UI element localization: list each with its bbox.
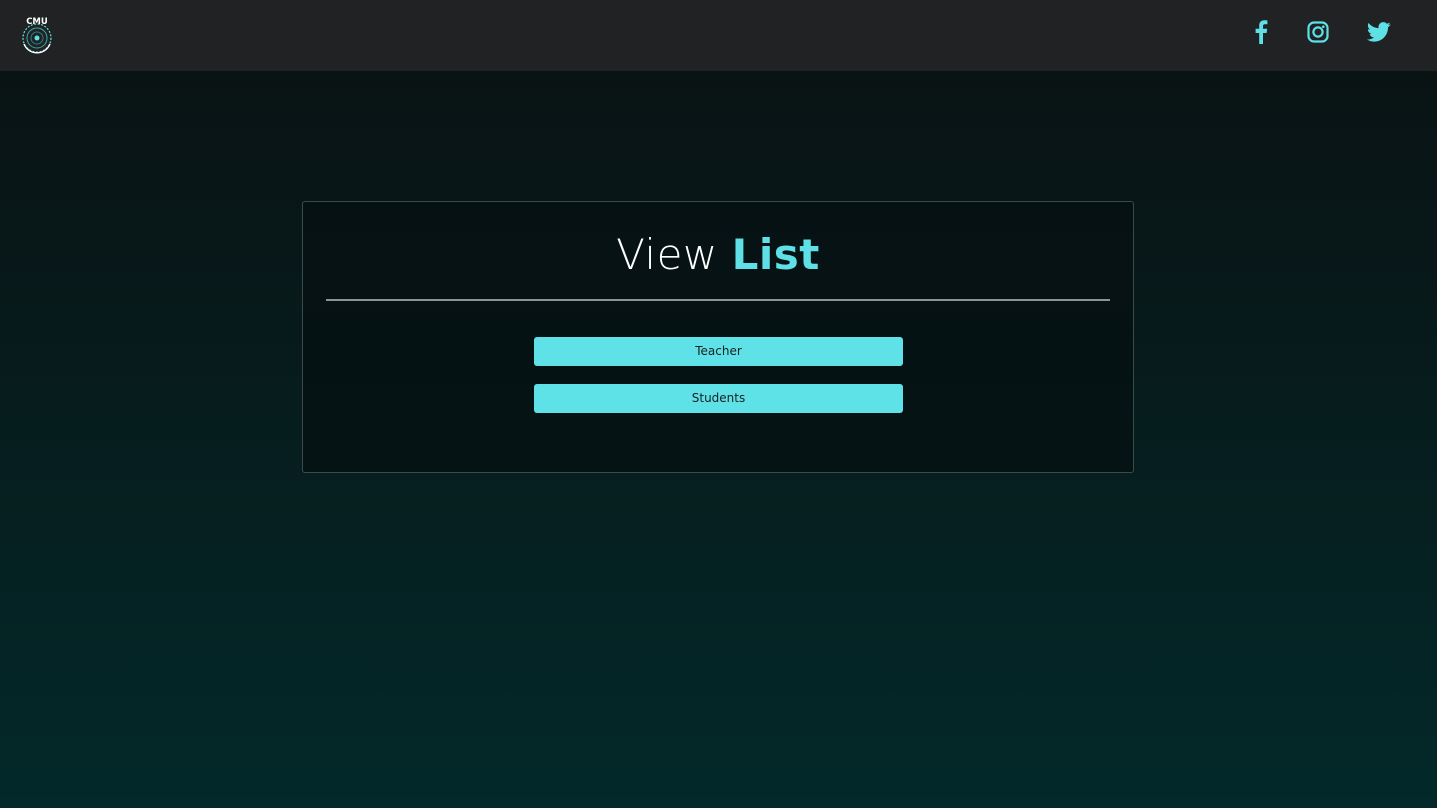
view-list-card: View List Teacher Students — [302, 201, 1134, 473]
title-divider — [326, 299, 1110, 301]
teacher-button[interactable]: Teacher — [534, 337, 903, 366]
home-logo-link[interactable]: CMU — [16, 14, 58, 56]
students-button[interactable]: Students — [534, 384, 903, 413]
instagram-icon — [1307, 21, 1329, 43]
page-title: View List — [303, 226, 1133, 284]
cmu-logo-icon: CMU — [22, 17, 52, 54]
title-accent: List — [731, 230, 820, 279]
facebook-link[interactable] — [1247, 18, 1275, 46]
title-prefix: View — [616, 230, 718, 279]
navbar: CMU — [0, 0, 1437, 71]
twitter-link[interactable] — [1365, 18, 1393, 46]
logo-text: CMU — [26, 17, 48, 27]
facebook-icon — [1255, 20, 1268, 44]
instagram-link[interactable] — [1304, 18, 1332, 46]
twitter-icon — [1367, 22, 1391, 42]
